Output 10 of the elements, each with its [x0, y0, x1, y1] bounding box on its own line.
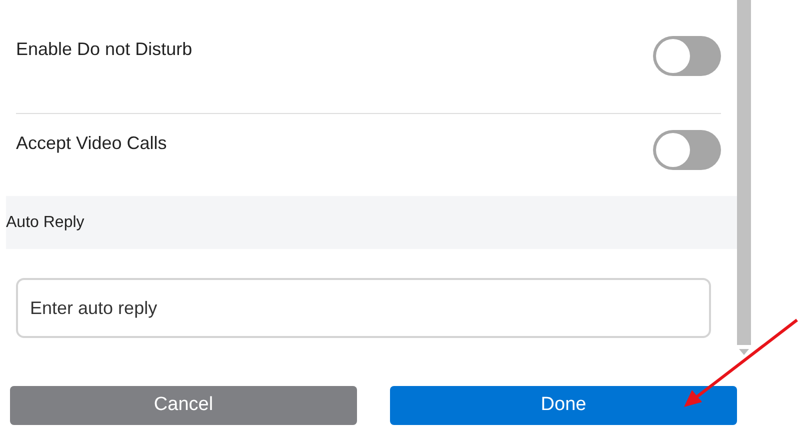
- toggle-switch[interactable]: [653, 36, 721, 76]
- setting-label: Enable Do not Disturb: [16, 38, 192, 61]
- auto-reply-field[interactable]: Enter auto reply: [16, 278, 711, 338]
- setting-label: Accept Video Calls: [16, 132, 167, 155]
- scroll-down-icon[interactable]: [739, 349, 749, 355]
- toggle-switch[interactable]: [653, 130, 721, 170]
- section-title: Auto Reply: [6, 212, 84, 232]
- scrollbar[interactable]: [737, 0, 751, 345]
- cancel-button[interactable]: Cancel: [10, 386, 357, 425]
- done-button[interactable]: Done: [390, 386, 737, 425]
